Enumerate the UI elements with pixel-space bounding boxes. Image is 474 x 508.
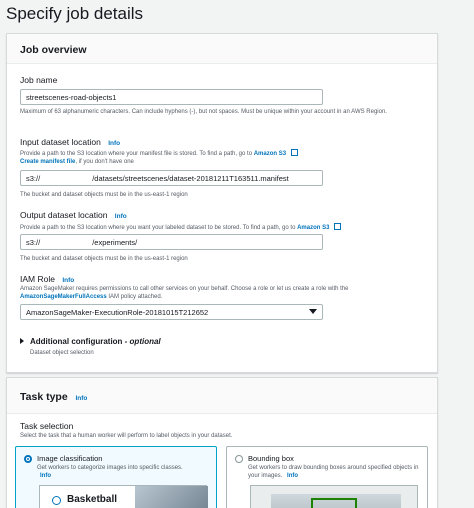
- preview-radio-icon: [52, 496, 61, 505]
- input-dataset-path: /datasets/streetscenes/dataset-20181211T…: [92, 174, 289, 183]
- external-link-icon: [290, 149, 298, 156]
- iam-role-label: IAM Role: [20, 274, 55, 284]
- job-name-help: Maximum of 63 alphanumeric characters. C…: [20, 109, 387, 115]
- output-dataset-prefix: s3://: [26, 238, 41, 247]
- output-dataset-footer: The bucket and dataset objects must be i…: [20, 256, 188, 262]
- task-selection-help: Select the task that a human worker will…: [20, 433, 233, 439]
- input-amazon-s3-link[interactable]: Amazon S3: [254, 151, 286, 157]
- preview-photo: [135, 486, 208, 508]
- page-title: Specify job details: [6, 4, 144, 23]
- bounding-box-desc-text: Get workers to draw bounding boxes aroun…: [248, 465, 419, 479]
- iam-role-select[interactable]: AmazonSageMaker-ExecutionRole-20181015T2…: [20, 304, 323, 320]
- input-dataset-help: Provide a path to the S3 location where …: [20, 148, 435, 158]
- additional-configuration-toggle[interactable]: Additional configuration - optional: [20, 337, 161, 346]
- iam-role-value: AmazonSageMaker-ExecutionRole-20181015T2…: [26, 308, 209, 317]
- output-dataset-help-text: Provide a path to the S3 location where …: [20, 225, 296, 231]
- job-overview-title: Job overview: [20, 44, 87, 56]
- create-manifest-link[interactable]: Create manifest file: [20, 159, 75, 165]
- sagemaker-full-access-link[interactable]: AmazonSageMakerFullAccess: [20, 294, 107, 300]
- output-amazon-s3-link[interactable]: Amazon S3: [297, 225, 329, 231]
- task-type-header: Task type Info: [7, 378, 437, 414]
- preview-bounding-box: [311, 498, 357, 508]
- output-dataset-label: Output dataset location: [20, 210, 108, 220]
- input-dataset-prefix: s3://: [26, 174, 41, 183]
- input-dataset-info-link[interactable]: Info: [108, 140, 120, 147]
- external-link-icon: [334, 223, 342, 230]
- output-dataset-help: Provide a path to the S3 location where …: [20, 222, 435, 232]
- task-selection-label: Task selection: [20, 421, 74, 431]
- bounding-box-title: Bounding box: [248, 454, 294, 463]
- additional-configuration-optional: optional: [129, 337, 161, 346]
- output-dataset-input[interactable]: s3:// /experiments/: [20, 234, 323, 250]
- job-name-input[interactable]: streetscenes-road-objects1: [20, 89, 323, 105]
- iam-role-label-row: IAM Role Info: [20, 274, 74, 284]
- bounding-box-radio[interactable]: [235, 455, 243, 463]
- input-dataset-label-row: Input dataset location Info: [20, 137, 120, 147]
- image-classification-desc: Get workers to categorize images into sp…: [37, 464, 197, 480]
- job-overview-header: Job overview: [7, 34, 437, 64]
- iam-role-help: Amazon SageMaker requires permissions to…: [20, 285, 420, 301]
- create-manifest-suffix: , if you don't have one: [75, 159, 134, 165]
- task-type-info-link[interactable]: Info: [75, 395, 87, 402]
- preview-label-basketball: Basketball: [67, 494, 118, 505]
- input-dataset-input[interactable]: s3:// /datasets/streetscenes/dataset-2018…: [20, 170, 323, 186]
- bounding-box-tile[interactable]: Bounding box Get workers to draw boundin…: [226, 446, 428, 508]
- bounding-box-desc: Get workers to draw bounding boxes aroun…: [248, 464, 426, 480]
- image-classification-radio[interactable]: [24, 455, 32, 463]
- create-manifest-row: Create manifest file, if you don't have …: [20, 158, 134, 166]
- input-dataset-label: Input dataset location: [20, 137, 101, 147]
- image-classification-title: Image classification: [37, 454, 103, 463]
- task-type-title: Task type: [20, 391, 68, 403]
- iam-role-help-1: Amazon SageMaker requires permissions to…: [20, 286, 349, 292]
- iam-role-help-2: IAM policy attached.: [108, 294, 163, 300]
- job-name-label: Job name: [20, 75, 58, 85]
- input-dataset-help-text: Provide a path to the S3 location where …: [20, 151, 253, 157]
- bounding-box-preview: [250, 485, 418, 508]
- image-classification-tile[interactable]: Image classification Get workers to cate…: [15, 446, 217, 508]
- output-dataset-label-row: Output dataset location Info: [20, 210, 127, 220]
- job-overview-card: Job overview Job name streetscenes-road-…: [6, 33, 438, 373]
- additional-configuration-desc: Dataset object selection: [30, 350, 94, 356]
- iam-role-info-link[interactable]: Info: [62, 277, 74, 284]
- input-dataset-footer: The bucket and dataset objects must be i…: [20, 192, 188, 198]
- output-dataset-path: /experiments/: [92, 238, 138, 247]
- image-classification-info-link[interactable]: Info: [40, 473, 51, 479]
- bounding-box-info-link[interactable]: Info: [287, 473, 298, 479]
- image-classification-preview: Basketball: [39, 485, 208, 508]
- chevron-down-icon: [309, 309, 317, 314]
- image-classification-desc-text: Get workers to categorize images into sp…: [37, 465, 183, 471]
- output-dataset-info-link[interactable]: Info: [115, 213, 127, 220]
- caret-right-icon: [20, 338, 24, 344]
- additional-configuration-title: Additional configuration: [30, 337, 123, 346]
